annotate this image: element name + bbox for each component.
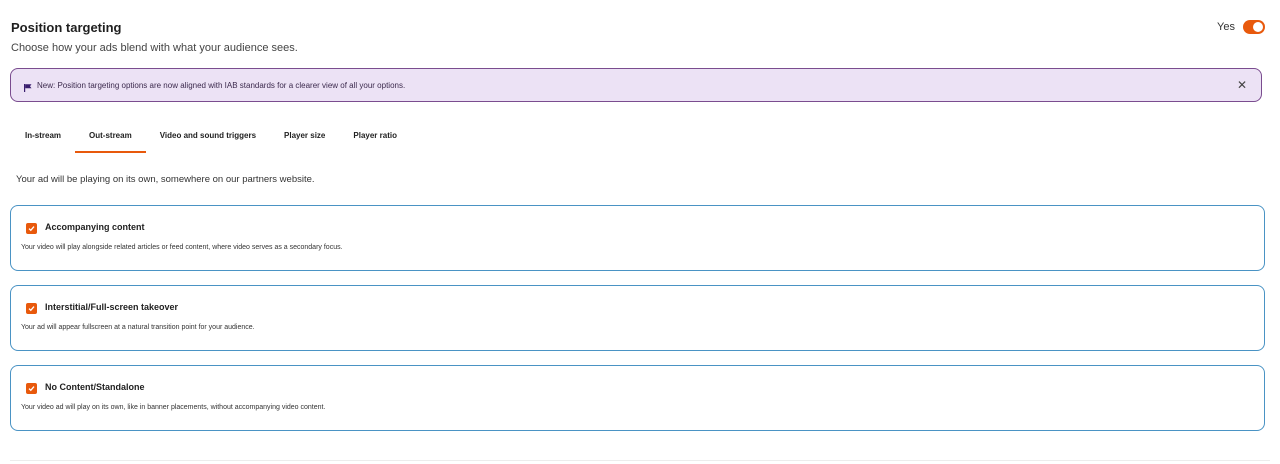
position-targeting-page: Position targeting Choose how your ads b… (0, 0, 1280, 464)
checkbox-interstitial[interactable] (26, 303, 37, 314)
tab-player-ratio[interactable]: Player ratio (339, 120, 411, 153)
position-targeting-toggle-group: Yes (1217, 20, 1265, 34)
option-description: Your video will play alongside related a… (21, 244, 343, 251)
option-title: Interstitial/Full-screen takeover (45, 302, 179, 312)
option-card-no-content-standalone[interactable]: No Content/Standalone Your video ad will… (10, 365, 1265, 431)
check-icon (28, 306, 35, 312)
position-targeting-toggle[interactable] (1243, 20, 1265, 34)
flag-icon (23, 80, 33, 92)
page-subtitle: Choose how your ads blend with what your… (11, 42, 298, 54)
tab-video-and-sound-triggers[interactable]: Video and sound triggers (146, 120, 270, 153)
section-divider (10, 460, 1270, 461)
checkbox-no-content-standalone[interactable] (26, 383, 37, 394)
toggle-knob (1253, 22, 1263, 32)
option-title: Accompanying content (45, 222, 145, 232)
option-card-interstitial[interactable]: Interstitial/Full-screen takeover Your a… (10, 285, 1265, 351)
banner-text: New: Position targeting options are now … (37, 80, 406, 90)
check-icon (28, 386, 35, 392)
tab-out-stream[interactable]: Out-stream (75, 120, 146, 153)
page-title: Position targeting (11, 20, 122, 35)
option-card-accompanying-content[interactable]: Accompanying content Your video will pla… (10, 205, 1265, 271)
tab-player-size[interactable]: Player size (270, 120, 339, 153)
option-description: Your video ad will play on its own, like… (21, 404, 326, 411)
option-description: Your ad will appear fullscreen at a natu… (21, 324, 255, 331)
toggle-label: Yes (1217, 21, 1235, 33)
info-banner: New: Position targeting options are now … (10, 68, 1262, 102)
close-icon[interactable]: ✕ (1237, 78, 1247, 92)
option-title: No Content/Standalone (45, 382, 145, 392)
checkbox-accompanying-content[interactable] (26, 223, 37, 234)
check-icon (28, 226, 35, 232)
tab-bar: In-stream Out-stream Video and sound tri… (11, 120, 411, 153)
tab-intro-text: Your ad will be playing on its own, some… (16, 174, 315, 185)
tab-in-stream[interactable]: In-stream (11, 120, 75, 153)
